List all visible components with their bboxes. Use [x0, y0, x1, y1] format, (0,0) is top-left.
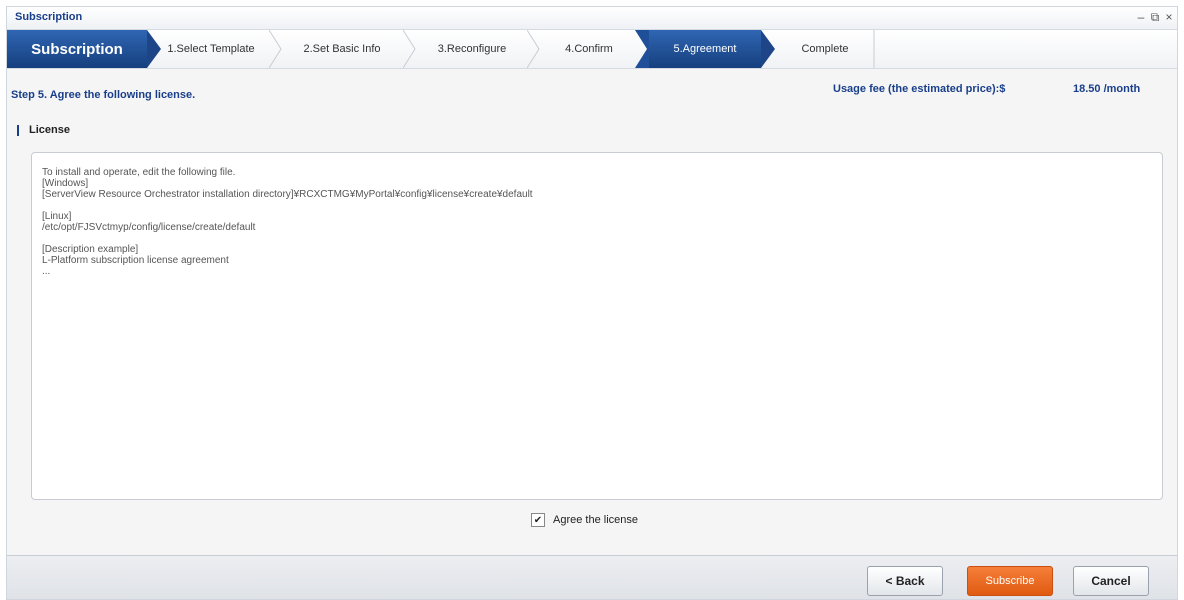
step-separator — [527, 30, 541, 68]
step-complete: Complete — [801, 43, 849, 55]
step-confirm: 4.Confirm — [565, 43, 613, 55]
step-heading: Step 5. Agree the following license. — [11, 89, 196, 101]
wizard-step-bar: Subscription 1.Select Template 2.Set Bas… — [7, 30, 1177, 69]
agree-license-row[interactable]: ✔ Agree the license — [531, 512, 638, 528]
subscription-window: Subscription – ⧉ × Subscription 1.Select… — [6, 6, 1178, 600]
step-separator — [269, 30, 283, 68]
agree-license-label[interactable]: Agree the license — [553, 514, 638, 526]
step-separator — [873, 30, 887, 68]
step-separator — [761, 30, 775, 68]
close-icon[interactable]: × — [1161, 9, 1177, 25]
title-bar: Subscription – ⧉ × — [7, 7, 1177, 30]
wizard-title: Subscription — [7, 30, 147, 68]
step-heading-row: Step 5. Agree the following license. Usa… — [7, 75, 1177, 101]
step-reconfigure: 3.Reconfigure — [437, 43, 507, 55]
license-section-label: License — [17, 125, 70, 136]
step-set-basic-info: 2.Set Basic Info — [303, 43, 381, 55]
back-button[interactable]: < Back — [867, 566, 943, 596]
step-agreement: 5.Agreement — [649, 30, 761, 68]
step-separator — [403, 30, 417, 68]
cancel-button[interactable]: Cancel — [1073, 566, 1149, 596]
license-text-area[interactable]: To install and operate, edit the followi… — [31, 152, 1163, 500]
subscribe-button[interactable]: Subscribe — [967, 566, 1053, 596]
step-separator — [635, 30, 649, 68]
agree-license-checkbox[interactable]: ✔ — [531, 513, 545, 527]
usage-fee-label: Usage fee (the estimated price):$ — [833, 83, 1006, 95]
step-select-template: 1.Select Template — [167, 43, 255, 55]
usage-fee-value: 18.50 /month — [1073, 83, 1141, 95]
footer-bar: < Back Subscribe Cancel — [7, 555, 1177, 599]
window-title: Subscription — [15, 11, 83, 23]
